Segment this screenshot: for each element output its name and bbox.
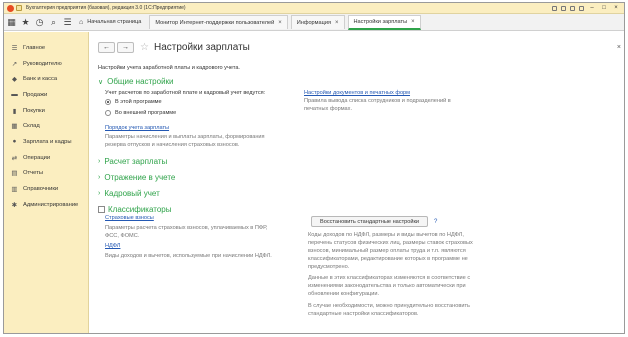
sidebar-item-sales[interactable]: ▬ Продажи <box>4 87 88 103</box>
chevron-right-icon: › <box>98 190 101 197</box>
section-classifiers[interactable]: Классификаторы <box>98 205 171 214</box>
sidebar-item-admin[interactable]: ✱ Администрирование <box>4 197 88 213</box>
main-content: ← → ☆ Настройки зарплаты × Настройки уче… <box>90 32 624 333</box>
notifications-icon[interactable] <box>552 5 557 11</box>
classifiers-info-1-1: Коды доходов по НДФЛ, размеры и виды выч… <box>308 232 464 238</box>
menu-icon: ☰ <box>11 44 18 52</box>
close-form-icon[interactable]: × <box>617 44 621 51</box>
favorites-star-icon[interactable]: ★ <box>19 16 32 29</box>
reports-icon: ▤ <box>11 170 18 178</box>
section-payroll[interactable]: › Расчет зарплаты <box>98 157 167 166</box>
sections-grid-icon[interactable]: ▦ <box>5 16 18 29</box>
search-icon[interactable]: ⌕ <box>47 16 60 29</box>
classifiers-info-1-4: классификаторами, редактирование которых… <box>308 256 468 262</box>
functions-icon[interactable]: ☰ <box>61 16 74 29</box>
documents-settings-desc-1: Правила вывода списка сотрудников и подр… <box>304 98 451 104</box>
classifiers-info-1-5: предусмотрено. <box>308 264 350 270</box>
classifiers-info-2-2: изменениями законодательства и только ав… <box>308 283 466 289</box>
app-logo-icon <box>7 4 14 12</box>
forward-button[interactable]: → <box>117 42 134 53</box>
tabs-bar: ▦ ★ ◷ ⌕ ☰ ⌂ Начальная страница Монитор И… <box>4 14 624 31</box>
history-icon[interactable] <box>561 5 566 11</box>
bank-icon: ◆ <box>12 76 17 84</box>
collapse-box-icon <box>98 206 105 213</box>
nav-row: ← → ☆ Настройки зарплаты <box>98 42 250 53</box>
accounting-prompt: Учет расчетов по заработной плате и кадр… <box>105 90 266 96</box>
close-tab-icon[interactable]: × <box>411 19 415 25</box>
accounting-order-desc-2: резерва отпусков и начисления страховых … <box>105 142 240 148</box>
tab-support-monitor[interactable]: Монитор Интернет-поддержки пользователей… <box>149 15 288 29</box>
sidebar-item-reports[interactable]: ▤ Отчеты <box>4 166 88 182</box>
sidebar-item-bank[interactable]: ◆ Банк и касса <box>4 71 88 87</box>
chevron-right-icon: › <box>98 158 101 165</box>
page-title: Настройки зарплаты <box>153 42 250 53</box>
sidebar: ☰ Главное ↗ Руководителю ◆ Банк и касса ▬ Пр… <box>4 32 89 333</box>
favorites-icon[interactable] <box>570 5 575 11</box>
radio-on-icon <box>105 99 111 105</box>
history-clock-icon[interactable]: ◷ <box>33 16 46 29</box>
title-bar: Бухгалтерия предприятия (базовая), редак… <box>4 3 624 14</box>
section-hr[interactable]: › Кадровый учет <box>98 189 160 198</box>
minimize-button[interactable]: – <box>588 5 596 12</box>
home-icon: ⌂ <box>79 18 84 26</box>
close-window-button[interactable]: × <box>612 5 620 12</box>
intro-text: Настройки учета заработной платы и кадро… <box>98 65 240 71</box>
quick-menu-icon[interactable] <box>16 5 22 11</box>
app-window: Бухгалтерия предприятия (базовая), редак… <box>3 2 625 334</box>
insurance-contributions-link[interactable]: Страховые взносы <box>105 215 154 221</box>
radio-this-program[interactable]: В этой программе <box>105 99 162 105</box>
classifiers-info-1-3: взносов, минимальный размер оплаты труда… <box>308 248 466 254</box>
chart-icon: ↗ <box>11 60 18 68</box>
favorite-star-icon[interactable]: ☆ <box>140 42 149 53</box>
tab-information[interactable]: Информация × <box>290 15 345 29</box>
documents-settings-link[interactable]: Настройки документов и печатных форм <box>304 90 410 96</box>
basket-icon: ▮ <box>12 107 17 115</box>
radio-off-icon <box>105 110 111 116</box>
window-title: Бухгалтерия предприятия (базовая), редак… <box>26 5 186 11</box>
restore-defaults-button[interactable]: Восстановить стандартные настройки <box>311 216 429 227</box>
radio-external-program[interactable]: Во внешней программе <box>105 110 176 116</box>
classifiers-info-2-3: обновлении конфигурации. <box>308 291 380 297</box>
sidebar-item-catalogs[interactable]: ▥ Справочники <box>4 181 88 197</box>
classifiers-info-3-2: стандартные настройки классификаторов. <box>308 311 419 317</box>
documents-settings-desc-2: печатных формах. <box>304 106 353 112</box>
warehouse-icon: ▦ <box>11 123 18 131</box>
book-icon: ▥ <box>11 186 18 194</box>
section-accounting-reflection[interactable]: › Отражение в учете <box>98 173 175 182</box>
maximize-button[interactable]: □ <box>600 5 608 12</box>
sidebar-item-main[interactable]: ☰ Главное <box>4 40 88 56</box>
person-icon: ● <box>12 138 17 146</box>
classifiers-info-3-1: В случае необходимости, можно принудител… <box>308 303 470 309</box>
close-tab-icon[interactable]: × <box>278 20 282 26</box>
sidebar-item-purchases[interactable]: ▮ Покупки <box>4 103 88 119</box>
sidebar-item-warehouse[interactable]: ▦ Склад <box>4 118 88 134</box>
sidebar-item-operations[interactable]: ⇄ Операции <box>4 150 88 166</box>
settings-icon[interactable] <box>579 5 584 11</box>
tab-salary-settings[interactable]: Настройки зарплаты × <box>347 14 421 30</box>
classifiers-info-2-1: Данные в этих классификаторах изменяются… <box>308 275 471 281</box>
help-icon[interactable]: ? <box>434 219 437 225</box>
operations-icon: ⇄ <box>11 154 18 162</box>
tab-home[interactable]: ⌂ Начальная страница <box>77 15 147 29</box>
classifiers-info-1-2: перечень статусов физических лиц, размер… <box>308 240 473 246</box>
accounting-order-desc-1: Параметры начисления и выплаты зарплаты,… <box>105 134 265 140</box>
close-tab-icon[interactable]: × <box>335 20 339 26</box>
restore-row: Восстановить стандартные настройки ? <box>311 216 437 227</box>
insurance-desc-1: Параметры расчета страховых взносов, упл… <box>105 225 268 231</box>
sidebar-item-salary[interactable]: ● Зарплата и кадры <box>4 134 88 150</box>
sidebar-item-manager[interactable]: ↗ Руководителю <box>4 56 88 72</box>
insurance-desc-2: ФСС, ФОМС. <box>105 233 140 239</box>
chevron-right-icon: › <box>98 174 101 181</box>
accounting-order-link[interactable]: Порядок учета зарплаты <box>105 125 169 131</box>
ndfl-link[interactable]: НДФЛ <box>105 243 120 249</box>
chevron-down-icon: ∨ <box>98 78 104 86</box>
ndfl-desc: Виды доходов и вычетов, используемые при… <box>105 253 272 259</box>
cart-icon: ▬ <box>11 91 18 99</box>
back-button[interactable]: ← <box>98 42 115 53</box>
section-general-settings[interactable]: ∨ Общие настройки <box>98 77 174 86</box>
gear-icon: ✱ <box>11 201 18 209</box>
